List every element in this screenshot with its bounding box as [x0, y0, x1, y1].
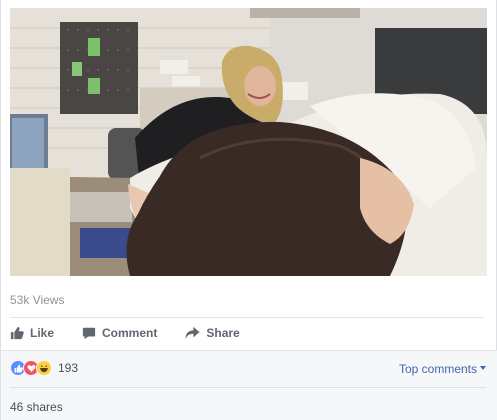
view-count: 53k Views [10, 293, 65, 307]
video-frame [10, 8, 487, 276]
shares-count[interactable]: 46 shares [10, 400, 63, 414]
thumbs-up-icon [10, 326, 24, 340]
post-card: 53k Views Like Comment Share 193 Top com… [0, 0, 497, 420]
share-icon [185, 326, 200, 340]
share-button[interactable]: Share [185, 326, 240, 340]
divider [10, 387, 486, 388]
comment-icon [82, 327, 96, 340]
share-label: Share [206, 326, 240, 340]
like-button[interactable]: Like [10, 326, 54, 340]
reactions-summary[interactable]: 193 [10, 360, 78, 376]
top-comments-dropdown[interactable]: Top comments [399, 362, 486, 376]
post-actions: Like Comment Share [10, 320, 268, 346]
like-label: Like [30, 326, 55, 340]
comment-label: Comment [102, 326, 158, 340]
video-player[interactable] [10, 8, 487, 276]
reactions-bar: 193 Top comments 46 shares [1, 350, 497, 420]
haha-icon [36, 360, 52, 376]
reaction-count: 193 [58, 361, 79, 375]
comment-button[interactable]: Comment [82, 326, 157, 340]
chevron-down-icon [480, 366, 486, 370]
divider [10, 317, 484, 318]
top-comments-label: Top comments [398, 362, 477, 376]
